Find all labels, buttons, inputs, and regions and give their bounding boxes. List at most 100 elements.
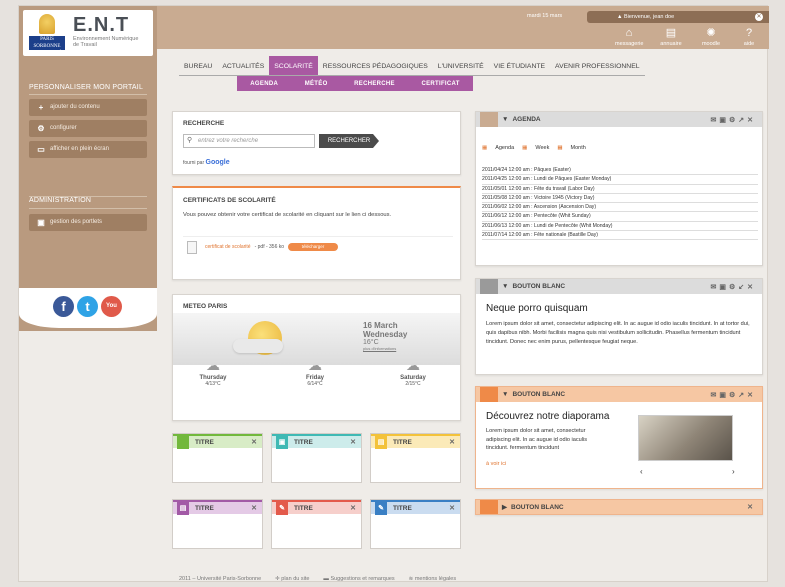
- tab-actualites[interactable]: ACTUALITÉS: [217, 56, 270, 76]
- cloud-icon: [233, 339, 283, 353]
- collapse-icon[interactable]: ▼: [502, 283, 508, 290]
- sidebar-item-fullscreen[interactable]: ▭ afficher en plein écran: [29, 141, 147, 158]
- subtab-agenda[interactable]: AGENDA: [250, 81, 278, 87]
- view-week[interactable]: Week: [535, 145, 549, 151]
- list-item[interactable]: 2011/04/24 12:00 am : Pâques (Easter): [482, 166, 758, 176]
- search-button[interactable]: RECHERCHER: [319, 134, 379, 148]
- list-item[interactable]: 2011/07/14 12:00 am : Fête nationale (Ba…: [482, 231, 758, 241]
- tab-avenir[interactable]: AVENIR PROFESSIONNEL: [550, 56, 645, 76]
- chevron-left-icon[interactable]: ‹: [640, 467, 643, 476]
- certificat-panel: CERTIFICATS DE SCOLARITÉ Vous pouvez obt…: [172, 186, 461, 280]
- tab-vie-etudiante[interactable]: VIE ÉTUDIANTE: [488, 56, 551, 76]
- tab-scolarite[interactable]: SCOLARITÉ: [269, 56, 318, 76]
- slideshow-image[interactable]: [638, 415, 733, 461]
- certificat-file-link[interactable]: certificat de scolarité: [205, 244, 251, 250]
- sidebar-item-add-content[interactable]: + ajouter du contenu: [29, 99, 147, 116]
- portal-page: PARIS SORBONNE UNIVERSITÉ E.N.T Environn…: [18, 5, 769, 582]
- close-icon[interactable]: ✕: [350, 438, 356, 446]
- messagerie-button[interactable]: ⌂ messagerie: [615, 28, 643, 48]
- sidebar-heading-admin: ADMINISTRATION: [29, 197, 92, 204]
- twitter-icon[interactable]: t: [77, 296, 98, 317]
- portlet-icon: ▣: [37, 218, 45, 227]
- panel-actions-icons[interactable]: ✉▣⚙↗✕: [711, 391, 757, 399]
- list-item[interactable]: 2011/06/12 12:00 am : Pentecôte (Whit Su…: [482, 212, 758, 222]
- panel-title: CERTIFICATS DE SCOLARITÉ: [183, 197, 276, 204]
- close-icon[interactable]: ✕: [449, 438, 455, 446]
- diaporama-panel: ▼ BOUTON BLANC ✉▣⚙↗✕ Découvrez notre dia…: [475, 386, 763, 489]
- help-button[interactable]: ? aide: [735, 27, 763, 48]
- footer-copyright: 2011 – Université Paris-Sorbonne: [179, 576, 262, 582]
- sub-nav: AGENDA MÉTÉO RECHERCHE CERTIFICAT: [237, 76, 473, 91]
- close-icon[interactable]: ✕: [747, 503, 756, 511]
- view-agenda[interactable]: Agenda: [495, 145, 514, 151]
- gear-icon: ⚙: [37, 124, 45, 133]
- subtab-certificat[interactable]: CERTIFICAT: [421, 81, 459, 87]
- meteo-temp: 16°C: [363, 339, 379, 346]
- tab-bureau[interactable]: BUREAU: [179, 56, 218, 76]
- panel-handle[interactable]: [480, 387, 498, 402]
- footer-feedback[interactable]: ▬ Suggestions et remarques: [323, 576, 394, 582]
- panel-handle[interactable]: [480, 279, 498, 294]
- close-icon[interactable]: ✕: [251, 438, 257, 446]
- collapse-icon[interactable]: ▼: [502, 391, 508, 398]
- monitor-icon: ▭: [37, 145, 45, 154]
- close-icon[interactable]: ✕: [251, 504, 257, 512]
- list-item[interactable]: 2011/05/08 12:00 am : Victoire 1945 (Vic…: [482, 194, 758, 204]
- subtab-recherche[interactable]: RECHERCHE: [354, 81, 395, 87]
- university-crest: PARIS SORBONNE UNIVERSITÉ: [29, 14, 65, 56]
- chevron-right-icon[interactable]: ›: [732, 467, 735, 476]
- footer-sitemap[interactable]: ✛ plan du site: [275, 576, 309, 582]
- logout-icon[interactable]: ✕: [755, 13, 763, 21]
- panel-handle[interactable]: [480, 112, 498, 127]
- view-month[interactable]: Month: [571, 145, 586, 151]
- logo[interactable]: PARIS SORBONNE UNIVERSITÉ E.N.T Environn…: [23, 10, 153, 56]
- collapse-icon[interactable]: ▼: [502, 116, 508, 123]
- calendar-icon: ▦: [522, 145, 528, 151]
- sidebar-item-portlets[interactable]: ▣ gestion des portlets: [29, 214, 147, 231]
- tab-ressources[interactable]: RESSOURCES PÉDAGOGIQUES: [317, 56, 433, 76]
- panel-header[interactable]: ▼ BOUTON BLANC ✉▣⚙↗✕: [476, 387, 762, 402]
- search-input[interactable]: entrez votre recherche: [183, 134, 315, 148]
- expand-icon[interactable]: ▶: [502, 503, 507, 511]
- widget-icon: ▤: [375, 435, 387, 449]
- chat-icon: ✎: [375, 501, 387, 515]
- footer-legal[interactable]: ≋ mentions légales: [409, 576, 456, 582]
- agenda-list: 2011/04/24 12:00 am : Pâques (Easter) 20…: [482, 166, 758, 241]
- download-button[interactable]: télécharger: [288, 243, 339, 251]
- welcome-bar[interactable]: ▲ Bienvenue, jean doe ✕: [587, 11, 769, 23]
- collapsed-panel: ▶ BOUTON BLANC ✕: [475, 499, 763, 515]
- plus-icon: +: [38, 103, 44, 112]
- list-item[interactable]: 2011/06/02 12:00 am : Ascension (Ascensi…: [482, 203, 758, 213]
- list-item[interactable]: 2011/05/01 12:00 am : Fête du travail (L…: [482, 185, 758, 194]
- widget-green: TITRE ✕: [172, 433, 263, 483]
- tab-universite[interactable]: L'UNIVERSITÉ: [432, 56, 489, 76]
- search-icon: ⚲: [187, 137, 193, 144]
- sidebar-item-configure[interactable]: ⚙ configurer: [29, 120, 147, 137]
- close-icon[interactable]: ✕: [449, 504, 455, 512]
- meteo-more-link[interactable]: plus d'informations: [363, 346, 407, 351]
- list-item[interactable]: 2011/06/13 12:00 am : Lundi de Pentecôte…: [482, 222, 758, 232]
- close-icon[interactable]: ✕: [350, 504, 356, 512]
- search-panel: RECHERCHE entrez votre recherche ⚲ RECHE…: [172, 111, 461, 175]
- facebook-icon[interactable]: f: [53, 296, 74, 317]
- panel-handle[interactable]: [480, 500, 498, 514]
- widget-icon: ▤: [177, 501, 189, 515]
- subtab-meteo[interactable]: MÉTÉO: [305, 81, 328, 87]
- panel-actions-icons[interactable]: ✉▣⚙↗✕: [711, 116, 757, 124]
- moodle-button[interactable]: ✺ moodle: [697, 28, 725, 48]
- panel-header[interactable]: ▼ BOUTON BLANC ✉▣⚙↙✕: [476, 279, 762, 294]
- see-more-link[interactable]: à voir ici: [486, 461, 506, 467]
- list-item[interactable]: 2011/04/25 12:00 am : Lundi de Pâques (E…: [482, 175, 758, 185]
- bouton-blanc-panel: ▼ BOUTON BLANC ✉▣⚙↙✕ Neque porro quisqua…: [475, 278, 763, 375]
- widget-red: ✎ TITRE ✕: [271, 499, 362, 549]
- google-logo: Google: [205, 159, 230, 166]
- help-icon: ?: [745, 27, 753, 39]
- annuaire-button[interactable]: ▤ annuaire: [657, 27, 685, 48]
- youtube-icon[interactable]: You: [101, 296, 122, 317]
- panel-header[interactable]: ▶ BOUTON BLANC ✕: [476, 500, 762, 514]
- contacts-icon: ▤: [665, 27, 677, 39]
- panel-header[interactable]: ▼ AGENDA ✉▣⚙↗✕: [476, 112, 762, 127]
- panel-actions-icons[interactable]: ✉▣⚙↙✕: [711, 283, 757, 291]
- welcome-text: Bienvenue, jean doe: [623, 14, 675, 20]
- sidebar-heading-portal: PERSONNALISER MON PORTAIL: [29, 84, 144, 91]
